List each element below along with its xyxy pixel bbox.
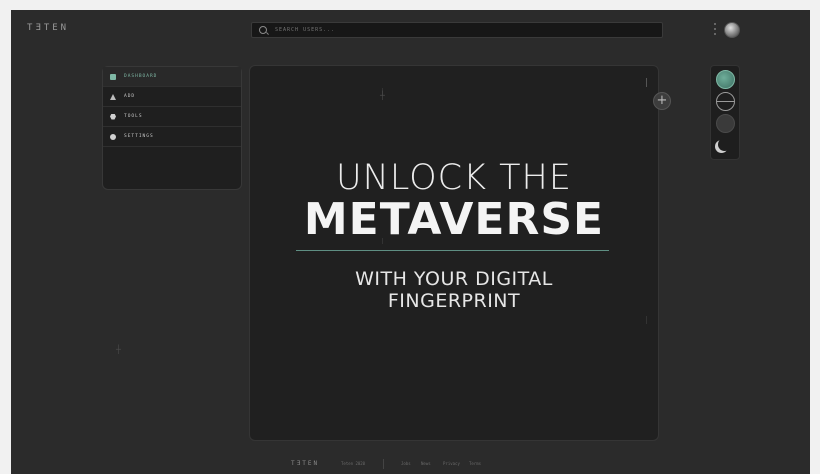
app-window: TƎTEN DASHBOARD ADD TOOLS SETTINGS UNLOC… <box>11 10 810 474</box>
more-options-icon[interactable] <box>714 23 716 35</box>
hero-line-1: UNLOCK THE <box>336 158 572 198</box>
footer-link[interactable]: News <box>421 461 431 466</box>
search-input[interactable] <box>273 26 647 34</box>
search-icon <box>259 26 267 34</box>
hero-subtitle: WITH YOUR DIGITAL FINGERPRINT <box>250 268 658 312</box>
tools-icon <box>110 113 116 120</box>
hero-title: METAVERSE <box>303 194 605 245</box>
sidebar-item-settings[interactable]: SETTINGS <box>103 127 241 147</box>
main-panel: UNLOCK THE METAVERSE WITH YOUR DIGITAL F… <box>249 65 659 441</box>
sidebar-item-label: DASHBOARD <box>124 74 158 79</box>
footer-link[interactable]: Privacy <box>443 461 460 466</box>
horizon-icon[interactable] <box>716 92 735 111</box>
circle-icon[interactable] <box>716 114 735 133</box>
add-icon <box>110 93 116 100</box>
sidebar-item-label: SETTINGS <box>124 134 154 139</box>
moon-icon[interactable] <box>716 136 733 153</box>
dashboard-icon <box>110 73 116 80</box>
sidebar-item-label: TOOLS <box>124 114 143 119</box>
globe-icon[interactable] <box>716 70 735 89</box>
crosshair-mark: ┼ <box>380 91 385 100</box>
panel-menu-icon[interactable] <box>646 78 647 87</box>
hero-subtitle-line-1: WITH YOUR DIGITAL <box>355 268 553 290</box>
settings-icon <box>110 133 116 140</box>
footer-logo[interactable]: TƎTEN <box>291 460 319 467</box>
footer: TƎTEN Teten 2020 Jobs News Privacy Terms <box>11 459 810 471</box>
grid-mark <box>646 316 647 324</box>
sidebar-item-label: ADD <box>124 94 136 99</box>
footer-link[interactable]: Jobs <box>401 461 411 466</box>
add-icon[interactable]: + <box>653 92 671 110</box>
footer-copyright: Teten 2020 <box>341 461 366 466</box>
hero-divider <box>296 250 609 251</box>
sidebar-item-add[interactable]: ADD <box>103 87 241 107</box>
sidebar-item-dashboard[interactable]: DASHBOARD <box>103 67 241 87</box>
user-avatar[interactable] <box>724 22 740 38</box>
tool-panel <box>710 65 740 160</box>
brand-logo[interactable]: TƎTEN <box>27 23 69 33</box>
hero-subtitle-line-2: FINGERPRINT <box>387 290 521 312</box>
footer-link[interactable]: Terms <box>469 461 481 466</box>
footer-divider <box>383 459 384 469</box>
sidebar: DASHBOARD ADD TOOLS SETTINGS <box>102 66 242 190</box>
crosshair-mark: ┼ <box>116 345 121 354</box>
sidebar-item-tools[interactable]: TOOLS <box>103 107 241 127</box>
search-bar[interactable] <box>251 22 663 38</box>
